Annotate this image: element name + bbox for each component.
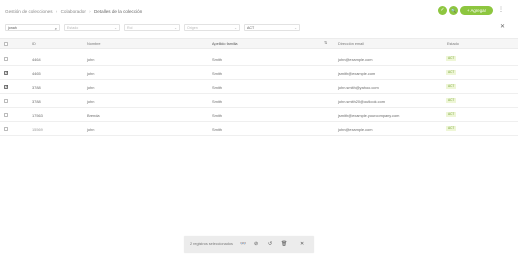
row-checkbox[interactable] xyxy=(4,112,8,117)
cell-name: Brenda xyxy=(87,112,100,118)
confirm-button[interactable]: ✓ xyxy=(438,6,447,15)
row-checkbox[interactable] xyxy=(4,56,8,61)
cell-surname: Smith xyxy=(212,70,222,76)
cell-id: 4465 xyxy=(32,70,41,76)
close-icon[interactable]: ✕ xyxy=(300,241,304,247)
status-value-selected: ACT xyxy=(247,26,255,30)
cell-email: john.smith@yahoo.com xyxy=(338,84,379,90)
cell-surname: Smith xyxy=(212,126,222,132)
refresh-icon[interactable]: ↺ xyxy=(268,241,272,247)
breadcrumb-item-collaborator[interactable]: Colaborador xyxy=(61,9,86,14)
cell-email: john@example.com xyxy=(338,126,373,132)
status-badge: ACT xyxy=(446,125,457,131)
column-header-surname[interactable]: Apellido familia xyxy=(212,42,238,46)
origin-filter-select[interactable]: Origen ⌄ xyxy=(184,24,240,31)
cell-surname: Smith xyxy=(212,56,222,62)
add-button[interactable]: + Agregar xyxy=(460,6,493,15)
row-checkbox[interactable] xyxy=(4,126,8,131)
select-all-checkbox[interactable] xyxy=(4,42,8,46)
cell-id: 3788 xyxy=(32,98,41,104)
row-checkbox[interactable] xyxy=(4,84,8,90)
table-row[interactable]: 3788 john Smith john.smith@yahoo.com ACT xyxy=(0,80,518,94)
status-filter-placeholder: Estado xyxy=(67,26,79,30)
cell-email: jsmith@example.yourcompany.com xyxy=(338,112,400,118)
status-value-select[interactable]: ACT ⌄ xyxy=(244,24,300,31)
row-checkbox[interactable] xyxy=(4,98,8,103)
cell-surname: Smith xyxy=(212,98,222,104)
breadcrumb: Gestión de colecciones › Colaborador › D… xyxy=(5,9,142,14)
search-input-value: jonah xyxy=(8,26,17,30)
selected-count-text: 2 registros seleccionados xyxy=(190,242,233,246)
breadcrumb-item-collections[interactable]: Gestión de colecciones xyxy=(5,9,53,14)
status-badge: ACT xyxy=(446,97,457,103)
cell-name: john xyxy=(87,98,95,104)
column-header-name[interactable]: Nombre xyxy=(87,42,101,46)
cell-name: john xyxy=(87,56,95,62)
check-icon: ✓ xyxy=(440,7,445,13)
chevron-down-icon: ⌄ xyxy=(294,26,297,30)
table-row[interactable]: 4464 john Smith john@example.com ACT xyxy=(0,52,518,66)
column-header-email[interactable]: Dirección email xyxy=(338,42,364,46)
table-row[interactable]: 3788 john Smith john.smith20@outlook.com… xyxy=(0,94,518,108)
column-header-id[interactable]: ID xyxy=(32,42,36,46)
search-input[interactable]: jonah ⌕ xyxy=(5,24,60,31)
cell-surname: Smith xyxy=(212,84,222,90)
bulk-action-bar: 2 registros seleccionados 👓 ⊘ ↺ 🗑 ✕ xyxy=(184,236,314,253)
sort-icon[interactable]: ⇅ xyxy=(324,40,327,45)
cell-name: john xyxy=(87,84,95,90)
table-row[interactable]: 15569 john Smith john@example.com ACT xyxy=(0,122,518,136)
chevron-down-icon: ⌄ xyxy=(174,26,177,30)
status-badge: ACT xyxy=(446,111,457,117)
cell-name: john xyxy=(87,126,95,132)
cell-id: 15569 xyxy=(32,126,43,132)
view-icon[interactable]: 👓 xyxy=(240,241,246,247)
breadcrumb-separator: › xyxy=(89,9,91,14)
table-row[interactable]: 17563 Brenda Smith jsmith@example.yourco… xyxy=(0,108,518,122)
status-badge: ACT xyxy=(446,55,457,61)
status-badge: ACT xyxy=(446,83,457,89)
cell-id: 17563 xyxy=(32,112,43,118)
cell-surname: Smith xyxy=(212,112,222,118)
origin-filter-placeholder: Origen xyxy=(187,26,198,30)
cell-email: john.smith20@outlook.com xyxy=(338,98,385,104)
column-header-status[interactable]: Estado xyxy=(447,42,459,46)
chevron-down-icon: ⌄ xyxy=(114,26,117,30)
breadcrumb-item-current: Detalles de la colección xyxy=(93,9,143,14)
search-button[interactable]: 🔍 xyxy=(449,6,458,15)
top-bar: Gestión de colecciones › Colaborador › D… xyxy=(0,0,518,22)
clear-filters-icon[interactable]: ✕ xyxy=(500,23,505,30)
role-filter-select[interactable]: Rol ⌄ xyxy=(124,24,180,31)
role-filter-placeholder: Rol xyxy=(127,26,133,30)
more-options-icon[interactable]: ⋮ xyxy=(498,6,504,15)
row-checkbox[interactable] xyxy=(4,70,8,76)
cell-id: 4464 xyxy=(32,56,41,62)
disable-icon[interactable]: ⊘ xyxy=(254,241,258,247)
table-header: ID Nombre Apellido familia Dirección ema… xyxy=(0,38,518,49)
cell-email: john@example.com xyxy=(338,56,373,62)
trash-icon[interactable]: 🗑 xyxy=(281,241,287,247)
cell-email: jsmith@example.com xyxy=(338,70,376,76)
status-filter-select[interactable]: Estado ⌄ xyxy=(64,24,120,31)
search-icon: 🔍 xyxy=(451,8,456,13)
cell-name: john xyxy=(87,70,95,76)
cell-id: 3788 xyxy=(32,84,41,90)
table-row[interactable]: 4465 john Smith jsmith@example.com ACT xyxy=(0,66,518,80)
filter-bar: jonah ⌕ Estado ⌄ Rol ⌄ Origen ⌄ ACT ⌄ xyxy=(5,24,515,32)
status-badge: ACT xyxy=(446,69,457,75)
chevron-down-icon: ⌄ xyxy=(234,26,237,30)
magnifier-icon: ⌕ xyxy=(54,26,57,31)
breadcrumb-separator: › xyxy=(55,9,58,14)
